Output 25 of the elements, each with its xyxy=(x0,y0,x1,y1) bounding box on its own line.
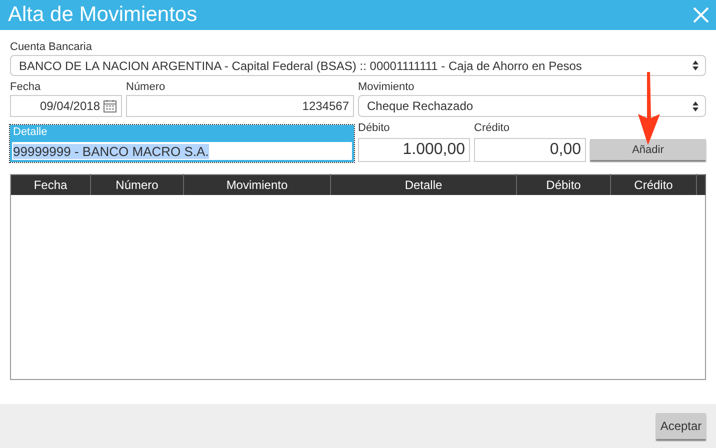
dropdown-icon[interactable] xyxy=(692,100,699,112)
movement-select[interactable]: Cheque Rechazado xyxy=(358,95,706,117)
field-label: Movimiento xyxy=(358,80,416,95)
column-header[interactable]: Débito xyxy=(516,174,610,195)
column-header[interactable]: Movimiento xyxy=(184,174,330,195)
field-label: Crédito xyxy=(474,121,510,136)
credit-field[interactable]: 0,00 xyxy=(474,138,586,162)
calendar-icon[interactable] xyxy=(103,99,117,113)
field-label: Débito xyxy=(358,121,391,136)
account-select[interactable]: BANCO DE LA NACION ARGENTINA - Capital Federal (BSAS) :: 00001111111 - Caja de Ahorro en Pesos xyxy=(10,55,706,76)
debit-field[interactable]: 1.000,00 xyxy=(358,138,470,162)
accept-button[interactable]: Aceptar xyxy=(656,413,706,439)
column-header[interactable]: Crédito xyxy=(610,174,696,195)
column-header[interactable]: Fecha xyxy=(10,174,90,195)
add-button[interactable]: Añadir xyxy=(590,139,706,160)
field-label: Cuenta Bancaria xyxy=(10,40,93,55)
field-label: Número xyxy=(126,80,166,95)
column-header[interactable]: Número xyxy=(90,174,184,195)
dropdown-icon[interactable] xyxy=(692,60,699,71)
column-header[interactable]: Detalle xyxy=(330,174,516,195)
date-field[interactable]: 09/04/2018 xyxy=(10,95,122,117)
window-title: Alta de Movimientos xyxy=(8,3,198,27)
number-field[interactable]: 1234567 xyxy=(126,95,354,117)
arrow-icon xyxy=(636,72,662,146)
field-label: Fecha xyxy=(10,80,42,95)
